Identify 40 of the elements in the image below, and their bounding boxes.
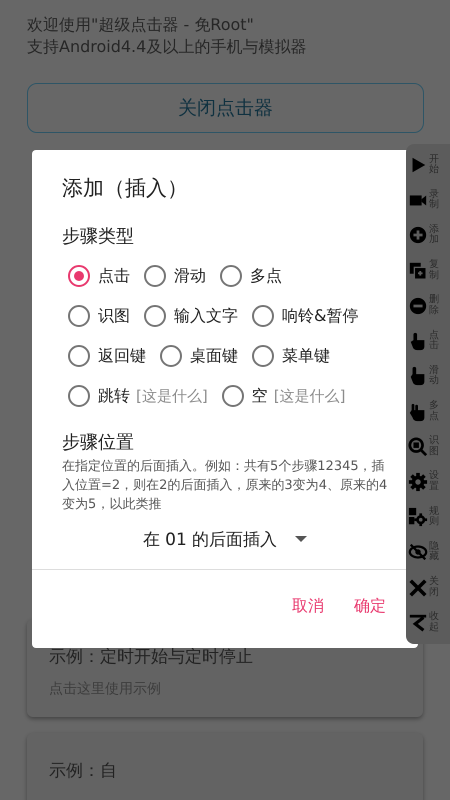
radio-button[interactable]	[68, 305, 90, 327]
radio-option[interactable]: 菜单键	[282, 346, 330, 366]
section-heading: 步骤类型	[61, 225, 135, 248]
radio-option[interactable]: 多点	[250, 266, 282, 286]
close-icon	[408, 578, 428, 598]
search-icon	[408, 436, 428, 457]
description-text: 在指定位置的后面插入。例如：共有5个步骤12345，插入位置=2，则在2的后面插入，原来的3变为4、原来的4变为5，以此类推	[61, 458, 388, 514]
help-link[interactable]: [这是什么]	[274, 386, 346, 406]
radio-button[interactable]	[252, 305, 274, 327]
help-link[interactable]: [这是什么]	[136, 386, 208, 406]
radio-button[interactable]	[222, 385, 244, 407]
example-card[interactable]: 示例：自	[27, 733, 423, 800]
collapse-icon	[408, 612, 428, 633]
radio-button[interactable]	[144, 265, 166, 287]
radio-option[interactable]: 响铃&暂停	[282, 306, 358, 326]
position-dropdown[interactable]: 在 01 的后面插入	[115, 524, 335, 554]
radio-button[interactable]	[68, 385, 90, 407]
radio-option[interactable]: 点击	[98, 266, 130, 286]
radio-button[interactable]	[252, 345, 274, 367]
radio-button[interactable]	[68, 265, 90, 287]
radio-option[interactable]: 空	[252, 386, 268, 406]
welcome-text: 支持Android4.4及以上的手机与模拟器	[27, 36, 308, 58]
radio-option[interactable]: 返回键	[98, 346, 146, 366]
eye-slash-icon	[408, 542, 428, 562]
example-title: 示例：定时开始与定时停止	[49, 646, 254, 668]
radio-button[interactable]	[68, 345, 90, 367]
radio-button[interactable]	[220, 265, 242, 287]
radio-option[interactable]: 跳转	[98, 386, 130, 406]
close-clicker-button[interactable]: 关闭点击器	[27, 83, 424, 133]
radio-option[interactable]: 输入文字	[174, 306, 238, 326]
dialog-title: 添加（插入）	[61, 175, 189, 202]
section-heading: 步骤位置	[61, 431, 135, 454]
radio-button[interactable]	[160, 345, 182, 367]
radio-option[interactable]: 滑动	[174, 266, 206, 286]
caret-icon	[295, 536, 308, 542]
example-title: 示例：自	[49, 760, 118, 782]
welcome-text: 欢迎使用"超级点击器 - 免Root"	[27, 14, 255, 36]
radio-option[interactable]: 桌面键	[190, 346, 238, 366]
radio-option[interactable]: 识图	[98, 306, 130, 326]
radio-button[interactable]	[144, 305, 166, 327]
